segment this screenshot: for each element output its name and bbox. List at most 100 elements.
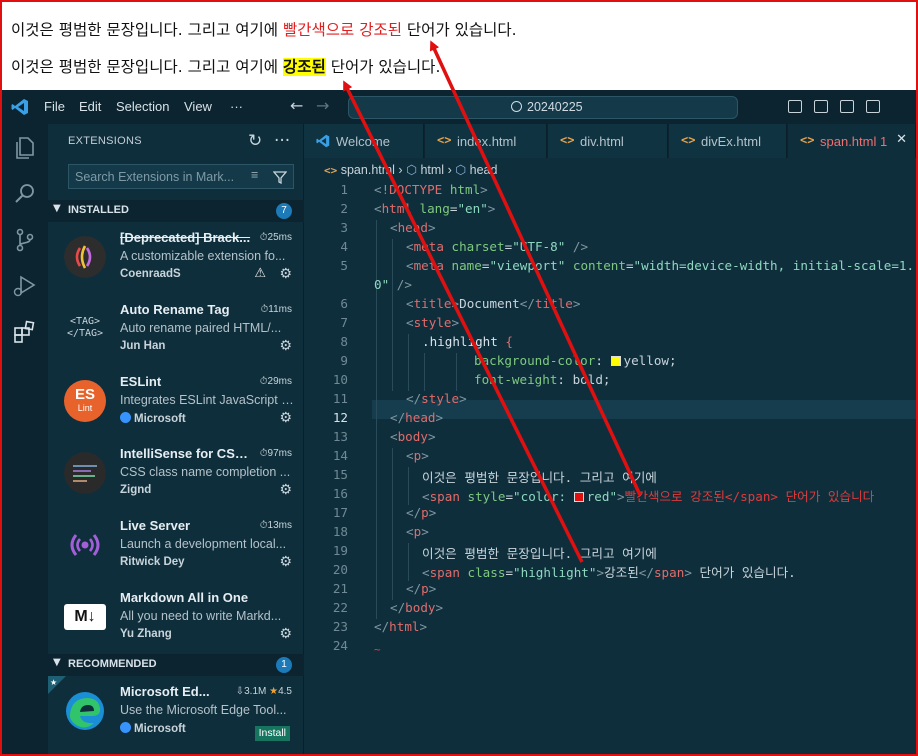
menu-edit[interactable]: Edit: [79, 99, 101, 114]
element-icon: ⬡: [455, 163, 467, 177]
run-debug-icon[interactable]: [11, 272, 39, 300]
token: >: [451, 296, 460, 311]
line-number: 11: [332, 391, 348, 406]
extensions-icon[interactable]: [11, 318, 39, 346]
line-number: 9: [340, 353, 348, 368]
tab-index-html[interactable]: <> index.html: [425, 124, 547, 158]
gear-icon[interactable]: ⚙: [279, 481, 292, 498]
line-number: 4: [340, 239, 348, 254]
toggle-secondary-sidebar-icon[interactable]: [840, 100, 854, 113]
search-view-icon[interactable]: [11, 180, 39, 208]
code-line-11: </style>: [406, 391, 467, 406]
code-line-19: 이것은 평범한 문장입니다. 그리고 여기에: [422, 543, 657, 562]
token: <: [406, 448, 414, 463]
color-swatch-red[interactable]: [573, 492, 584, 502]
breadcrumb-file[interactable]: span.html: [341, 163, 395, 177]
tag-icon-text: <TAG>: [69, 316, 101, 327]
tab-span-html[interactable]: <> span.html 1 ✕: [788, 124, 916, 158]
code-line-2: <html lang="en">: [374, 201, 495, 216]
code-line-3: <head>: [390, 220, 436, 235]
token: title: [534, 296, 573, 311]
gear-icon[interactable]: ⚙: [279, 553, 292, 570]
section-label: INSTALLED: [68, 204, 129, 216]
color-swatch-yellow[interactable]: [610, 356, 621, 366]
toggle-sidebar-icon[interactable]: [788, 100, 802, 113]
forward-arrow-icon[interactable]: →: [316, 96, 329, 115]
extension-description: CSS class name completion ...: [120, 465, 291, 479]
source-control-icon[interactable]: [11, 226, 39, 254]
line-number: 20: [332, 562, 348, 577]
token: yellow: [623, 353, 670, 368]
token: background-color: [474, 353, 596, 368]
indent-guide: [408, 543, 409, 581]
installed-section-header[interactable]: ▼ INSTALLED 7: [48, 200, 304, 222]
menu-more[interactable]: ···: [230, 99, 243, 114]
vscode-window: File Edit Selection View ··· ← → 2024022…: [2, 90, 916, 754]
line-number: 10: [332, 372, 348, 387]
menu-view[interactable]: View: [184, 99, 212, 114]
tab-welcome[interactable]: Welcome: [304, 124, 424, 158]
code-line-21: </p>: [406, 581, 436, 596]
refresh-icon[interactable]: ↻: [248, 131, 262, 151]
gear-icon[interactable]: ⚙: [279, 265, 292, 282]
extension-item-intellisense-css[interactable]: IntelliSense for CSS... ⏱97ms CSS class …: [48, 438, 304, 510]
eslint-icon: ES Lint: [64, 380, 106, 422]
edge-icon: [66, 692, 104, 730]
extension-description: Integrates ESLint JavaScript i...: [120, 393, 294, 407]
activation-time: ⏱29ms: [259, 376, 292, 387]
warning-icon[interactable]: ⚠: [254, 265, 266, 281]
token: bold: [572, 372, 603, 387]
preview-line-1: 이것은 평범한 문장입니다. 그리고 여기에 빨간색으로 강조된 단어가 있습니…: [11, 18, 517, 40]
token: 단어가 있습니다.: [691, 565, 796, 580]
toggle-panel-icon[interactable]: [814, 100, 828, 113]
more-actions-icon[interactable]: ···: [274, 131, 290, 151]
element-icon: ⬡: [406, 163, 417, 177]
token: name: [443, 258, 482, 273]
menu-file[interactable]: File: [44, 99, 65, 114]
command-center-search[interactable]: 20240225: [348, 96, 738, 119]
tab-div-html[interactable]: <> div.html: [548, 124, 668, 158]
token: >: [451, 315, 460, 330]
code-line-1: <!DOCTYPE html>: [374, 182, 488, 197]
customize-layout-icon[interactable]: [866, 100, 880, 113]
indent-guide: [392, 448, 393, 600]
line-number: 7: [340, 315, 348, 330]
explorer-icon[interactable]: [11, 134, 39, 162]
code-line-6: <title>Document</title>: [406, 296, 580, 311]
line-number: 17: [332, 505, 348, 520]
line-number: 6: [340, 296, 348, 311]
token: .highlight: [422, 334, 498, 349]
tab-divex-html[interactable]: <> divEx.html: [669, 124, 787, 158]
download-count: 3.1M: [244, 686, 267, 697]
back-arrow-icon[interactable]: ←: [290, 96, 303, 115]
extension-item-live-server[interactable]: Live Server ⏱13ms Launch a development l…: [48, 510, 304, 582]
close-icon[interactable]: ✕: [896, 132, 907, 147]
filter-icon[interactable]: [273, 170, 287, 184]
extension-item-bracket[interactable]: [Deprecated] Brack... ⏱25ms A customizab…: [48, 222, 304, 294]
install-button[interactable]: Install: [254, 726, 290, 741]
token: >: [419, 619, 428, 634]
activation-time: ⏱11ms: [260, 304, 292, 315]
extension-item-auto-rename-tag[interactable]: <TAG> </TAG> Auto Rename Tag ⏱11ms Auto r…: [48, 294, 304, 366]
breadcrumb-head[interactable]: head: [470, 163, 498, 177]
token: >: [427, 429, 436, 444]
extension-publisher: Microsoft: [120, 722, 186, 735]
gear-icon[interactable]: ⚙: [279, 337, 292, 354]
line-number: 16: [332, 486, 348, 501]
code-line-9: background-color: yellow;: [474, 353, 677, 368]
extension-item-microsoft-edge[interactable]: ★ Microsoft Ed... ⇩3.1M ★4.5 Use the Mic…: [48, 676, 304, 748]
menu-selection[interactable]: Selection: [116, 99, 169, 114]
extensions-search-input[interactable]: Search Extensions in Mark... ≡: [68, 164, 294, 189]
preview-text: 이것은 평범한 문장입니다. 그리고 여기에: [11, 58, 283, 76]
extension-item-eslint[interactable]: ES Lint ESLint ⏱29ms Integrates ESLint Ja…: [48, 366, 304, 438]
token: "en": [457, 201, 488, 216]
extension-item-markdown-all-in-one[interactable]: M↓ Markdown All in One All you need to w…: [48, 582, 304, 654]
recommended-section-header[interactable]: ▼ RECOMMENDED 1: [48, 654, 304, 676]
token: >: [617, 489, 625, 504]
breadcrumb-html[interactable]: html: [420, 163, 444, 177]
search-placeholder: Search Extensions in Mark...: [75, 170, 235, 184]
tag-icon-text: </TAG>: [66, 328, 104, 339]
clear-filter-icon[interactable]: ≡: [251, 168, 258, 182]
gear-icon[interactable]: ⚙: [279, 409, 292, 426]
gear-icon[interactable]: ⚙: [279, 625, 292, 642]
